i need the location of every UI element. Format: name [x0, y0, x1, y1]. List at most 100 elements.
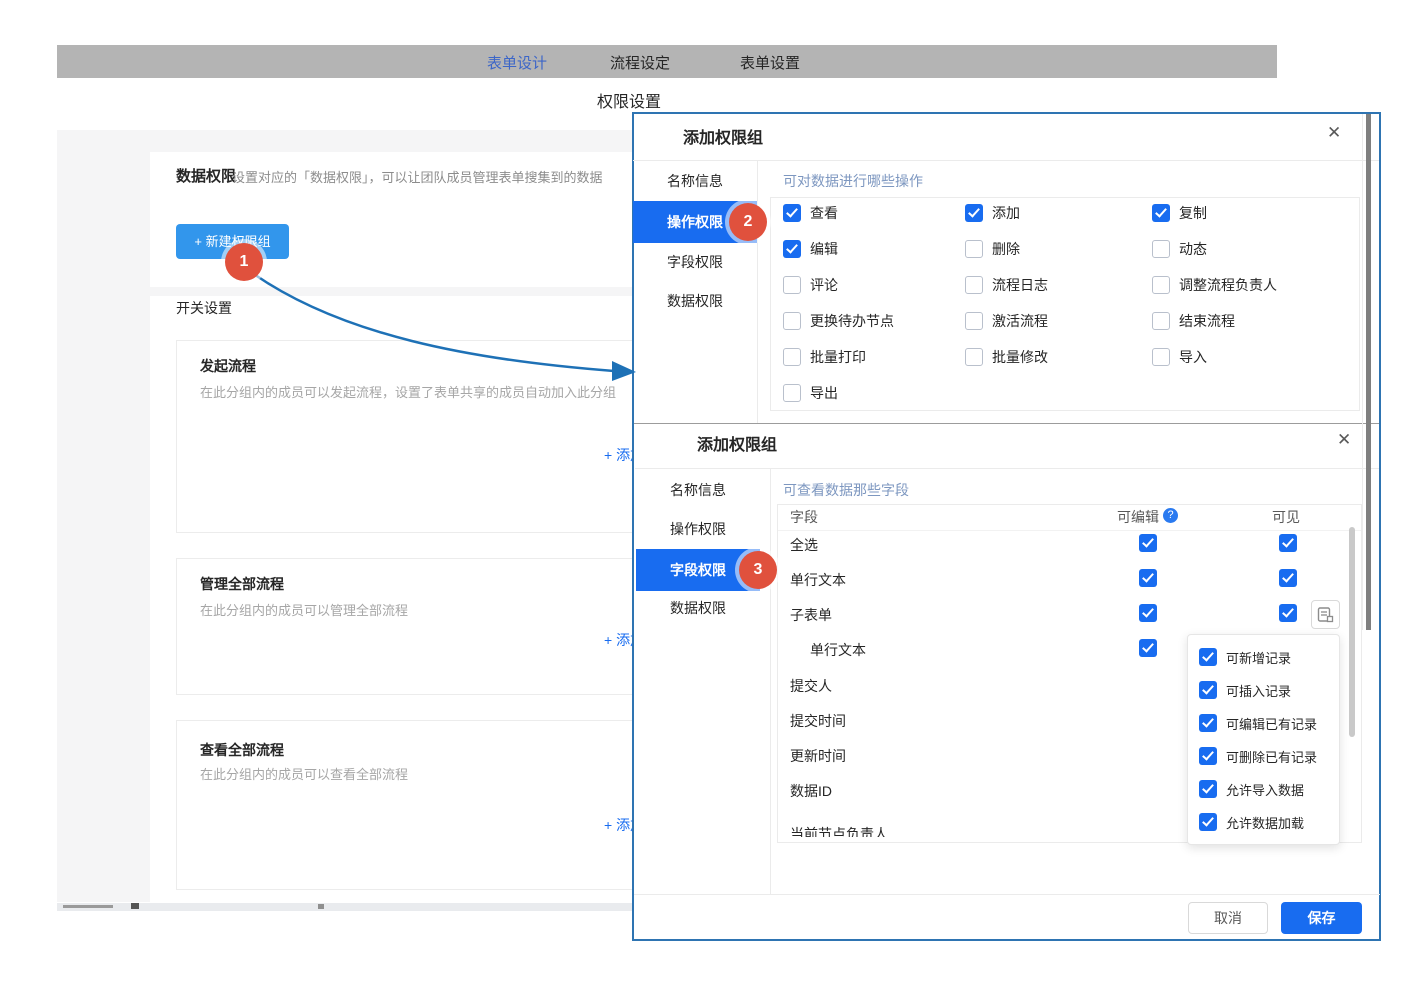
visible-checkbox[interactable]: [1279, 534, 1297, 552]
operation-checkbox[interactable]: [1152, 312, 1170, 330]
modal-nav-1[interactable]: 名称信息: [633, 160, 757, 202]
popup-label: 可编辑已有记录: [1226, 714, 1317, 733]
modal-ops-title: 添加权限组: [683, 124, 763, 148]
help-icon[interactable]: ?: [1163, 508, 1178, 523]
column-header-visible: 可见: [1272, 507, 1300, 527]
ops-section-header: 可对数据进行哪些操作: [783, 171, 923, 191]
tab-process-setting[interactable]: 流程设定: [610, 52, 670, 73]
page-title: 权限设置: [597, 88, 661, 112]
operation-checkbox[interactable]: [783, 276, 801, 294]
operation-label: 批量修改: [992, 347, 1048, 367]
table-scrollbar[interactable]: [1349, 527, 1355, 737]
editable-checkbox[interactable]: [1139, 569, 1157, 587]
operation-checkbox[interactable]: [1152, 204, 1170, 222]
operation-label: 查看: [810, 203, 838, 223]
modal-fields-title: 添加权限组: [697, 431, 777, 455]
cancel-button[interactable]: 取消: [1188, 902, 1268, 934]
field-label: 数据ID: [790, 781, 832, 801]
operation-checkbox[interactable]: [783, 204, 801, 222]
step-badge-3: 3: [739, 551, 777, 589]
operation-checkbox[interactable]: [1152, 240, 1170, 258]
operation-checkbox[interactable]: [783, 384, 801, 402]
screen: 表单设计 流程设定 表单设置 权限设置 数据权限 设置对应的「数据权限」，可以让团队…: [0, 0, 1424, 984]
field-label: 全选: [790, 535, 818, 555]
editable-checkbox[interactable]: [1139, 639, 1157, 657]
operation-checkbox[interactable]: [783, 240, 801, 258]
popup-checkbox[interactable]: [1199, 747, 1217, 765]
field-label: 提交人: [790, 676, 832, 696]
save-button[interactable]: 保存: [1281, 902, 1362, 934]
step-badge-1: 1: [225, 243, 263, 281]
flow-card-desc: 在此分组内的成员可以查看全部流程: [200, 764, 408, 783]
tab-form-setting[interactable]: 表单设置: [740, 52, 800, 73]
field-label: 提交时间: [790, 711, 846, 731]
operation-label: 导出: [810, 383, 838, 403]
operation-checkbox[interactable]: [783, 312, 801, 330]
table-header-divider: [778, 530, 1361, 531]
operation-checkbox[interactable]: [965, 312, 983, 330]
popup-label: 可删除已有记录: [1226, 747, 1317, 766]
window-scrollbar[interactable]: [1366, 114, 1371, 630]
popup-checkbox[interactable]: [1199, 714, 1217, 732]
fragment-boundary-line: [634, 423, 1379, 424]
editable-checkbox[interactable]: [1139, 534, 1157, 552]
operation-checkbox[interactable]: [1152, 276, 1170, 294]
operation-checkbox[interactable]: [965, 204, 983, 222]
modal-nav-4[interactable]: 数据权限: [633, 280, 757, 322]
modal-nav-4[interactable]: 数据权限: [636, 587, 760, 629]
window-scrollbar-divider: [1362, 114, 1363, 630]
step-badge-2: 2: [729, 203, 767, 241]
popup-label: 允许数据加载: [1226, 813, 1304, 832]
data-permission-desc: 设置对应的「数据权限」，可以让团队成员管理表单搜集到的数据: [232, 167, 603, 186]
close-icon[interactable]: ✕: [1327, 123, 1341, 143]
modal-nav-2[interactable]: 操作权限: [636, 508, 760, 550]
operation-label: 激活流程: [992, 311, 1048, 331]
modal-nav-3[interactable]: 字段权限: [633, 241, 757, 283]
field-label: 单行文本: [810, 640, 866, 660]
field-label: 更新时间: [790, 746, 846, 766]
operation-checkbox[interactable]: [965, 240, 983, 258]
field-label: 单行文本: [790, 570, 846, 590]
operation-label: 删除: [992, 239, 1020, 259]
operation-checkbox[interactable]: [783, 348, 801, 366]
popup-checkbox[interactable]: [1199, 648, 1217, 666]
clipped-text-fragment: [318, 904, 324, 909]
flow-card-title: 发起流程: [200, 356, 256, 376]
operation-label: 批量打印: [810, 347, 866, 367]
visible-checkbox[interactable]: [1279, 604, 1297, 622]
modal-nav-1[interactable]: 名称信息: [636, 469, 760, 511]
operation-checkbox[interactable]: [965, 276, 983, 294]
subform-settings-button[interactable]: [1311, 600, 1340, 629]
operation-checkbox[interactable]: [1152, 348, 1170, 366]
operation-label: 添加: [992, 203, 1020, 223]
modal-ops-sidebar-divider: [757, 160, 758, 423]
operation-label: 调整流程负责人: [1179, 275, 1277, 295]
popup-checkbox[interactable]: [1199, 813, 1217, 831]
modal-footer-divider: [634, 894, 1380, 895]
operation-label: 更换待办节点: [810, 311, 894, 331]
fields-section-header: 可查看数据那些字段: [783, 480, 909, 500]
flow-card-desc: 在此分组内的成员可以发起流程，设置了表单共享的成员自动加入此分组: [200, 382, 616, 401]
field-label: 当前节点负责人: [790, 824, 888, 837]
operation-checkbox[interactable]: [965, 348, 983, 366]
flow-card-desc: 在此分组内的成员可以管理全部流程: [200, 600, 408, 619]
operation-label: 动态: [1179, 239, 1207, 259]
ops-checkbox-box: [770, 197, 1360, 411]
field-label: 子表单: [790, 605, 832, 625]
flow-card-title: 管理全部流程: [200, 574, 284, 594]
editable-checkbox[interactable]: [1139, 604, 1157, 622]
column-header-field: 字段: [790, 507, 818, 527]
operation-label: 流程日志: [992, 275, 1048, 295]
popup-checkbox[interactable]: [1199, 681, 1217, 699]
close-icon[interactable]: ✕: [1337, 430, 1351, 450]
tab-form-design[interactable]: 表单设计: [487, 52, 547, 73]
popup-checkbox[interactable]: [1199, 780, 1217, 798]
operation-label: 复制: [1179, 203, 1207, 223]
table-row-label-clipped: 当前节点负责人: [790, 824, 1010, 837]
visible-checkbox[interactable]: [1279, 569, 1297, 587]
clipped-footer-strip: [57, 903, 633, 911]
popup-label: 允许导入数据: [1226, 780, 1304, 799]
top-tab-bar: 表单设计 流程设定 表单设置: [57, 45, 1277, 78]
subform-icon: [1317, 606, 1334, 628]
data-permission-title: 数据权限: [176, 165, 236, 186]
